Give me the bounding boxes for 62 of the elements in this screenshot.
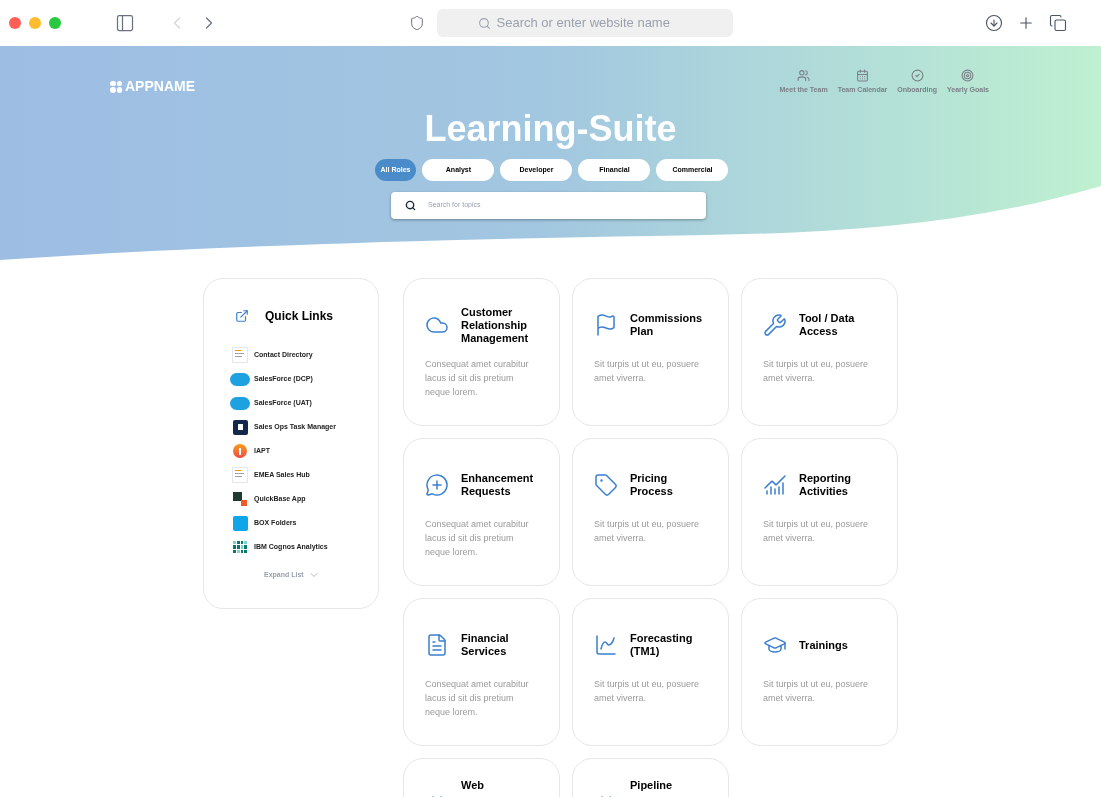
topic-card[interactable]: Web xyxy=(403,758,560,797)
calendar-icon xyxy=(855,69,869,82)
card-title: Financial Services xyxy=(461,632,510,658)
topic-card[interactable]: Tool / Data Access Sit turpis ut ut eu, posuere amet viverra. xyxy=(741,278,898,426)
topic-card[interactable]: Pricing Process Sit turpis ut ut eu, posuere amet viverra. xyxy=(572,438,729,586)
address-field[interactable]: Search or enter website name xyxy=(437,9,733,37)
chat-plus-icon xyxy=(425,473,449,497)
card-description: Sit turpis ut ut eu, posuere amet viverra. xyxy=(763,358,870,385)
topic-card[interactable]: Enhancement Requests Consequat amet curabitur lacus id sit dis pretium neque lorem. xyxy=(403,438,560,586)
topic-card[interactable]: Reporting Activities Sit turpis ut ut eu, posuere amet viverra. xyxy=(741,438,898,586)
card-description: Sit turpis ut ut eu, posuere amet viverra. xyxy=(594,518,701,545)
card-description: Consequat amet curabitur lacus id sit dis pretium neque lorem. xyxy=(425,518,530,559)
card-title: Trainings xyxy=(799,638,848,652)
card-title: Enhancement Requests xyxy=(461,472,535,498)
dotted-logo-icon xyxy=(233,541,247,553)
topic-card[interactable]: Commissions Plan Sit turpis ut ut eu, posuere amet viverra. xyxy=(572,278,729,426)
card-description: Consequat amet curabitur lacus id sit dis pretium neque lorem. xyxy=(425,678,530,719)
card-description: Sit turpis ut ut eu, posuere amet viverra. xyxy=(763,678,870,705)
topic-card[interactable]: Forecasting (TM1) Sit turpis ut ut eu, posuere amet viverra. xyxy=(572,598,729,746)
check-circle-icon xyxy=(910,69,924,82)
topic-card[interactable]: Trainings Sit turpis ut ut eu, posuere amet viverra. xyxy=(741,598,898,746)
tag-icon xyxy=(594,473,618,497)
shield-icon[interactable] xyxy=(409,15,425,31)
line-chart-icon xyxy=(594,633,618,657)
new-tab-icon[interactable] xyxy=(1017,14,1035,32)
logo-icon xyxy=(110,80,122,93)
card-title: Pricing Process xyxy=(630,472,674,498)
flag-icon xyxy=(594,313,618,337)
search-icon xyxy=(477,16,491,30)
bar-chart-icon xyxy=(763,473,787,497)
document-logo-icon xyxy=(232,467,248,483)
quick-links-title: Quick Links xyxy=(265,308,334,325)
card-title: Commissions Plan xyxy=(630,312,704,338)
card-title: Reporting Activities xyxy=(799,472,852,498)
document-logo-icon xyxy=(232,347,248,363)
tabs-overview-icon[interactable] xyxy=(1049,14,1067,32)
sidebar-icon[interactable] xyxy=(115,13,135,33)
card-description: Sit turpis ut ut eu, posuere amet viverra. xyxy=(594,358,701,385)
maximize-window-icon[interactable] xyxy=(49,17,61,29)
people-icon xyxy=(797,69,811,82)
page-title: Learning-Suite xyxy=(424,109,677,149)
address-input[interactable]: Search or enter website name xyxy=(496,13,693,33)
card-title: Web xyxy=(461,779,485,792)
external-link-icon xyxy=(235,309,249,323)
close-window-icon[interactable] xyxy=(9,17,21,29)
card-title: Pipeline xyxy=(630,779,673,792)
card-description: Consequat amet curabitur lacus id sit dis pretium neque lorem. xyxy=(425,358,530,399)
card-description: Sit turpis ut ut eu, posuere amet viverra. xyxy=(763,518,870,545)
card-description: Sit turpis ut ut eu, posuere amet viverra. xyxy=(594,678,701,705)
card-title: Forecasting (TM1) xyxy=(630,632,694,658)
card-title: Tool / Data Access xyxy=(799,312,856,338)
card-title: Customer Relationship Management xyxy=(461,305,530,345)
info-logo-icon xyxy=(233,444,247,458)
topic-card[interactable]: Financial Services Consequat amet curabitur lacus id sit dis pretium neque lorem. xyxy=(403,598,560,746)
topic-card[interactable]: Pipeline xyxy=(572,758,729,797)
topic-card[interactable]: Customer Relationship Management Consequat amet curabitur lacus id sit dis pretium neque lorem. xyxy=(403,278,560,426)
wrench-icon xyxy=(763,313,787,337)
document-icon xyxy=(425,633,449,657)
app-logo-text: APPNAME xyxy=(125,77,195,96)
download-icon[interactable] xyxy=(985,14,1003,32)
target-icon xyxy=(961,69,975,82)
search-icon xyxy=(405,200,416,211)
